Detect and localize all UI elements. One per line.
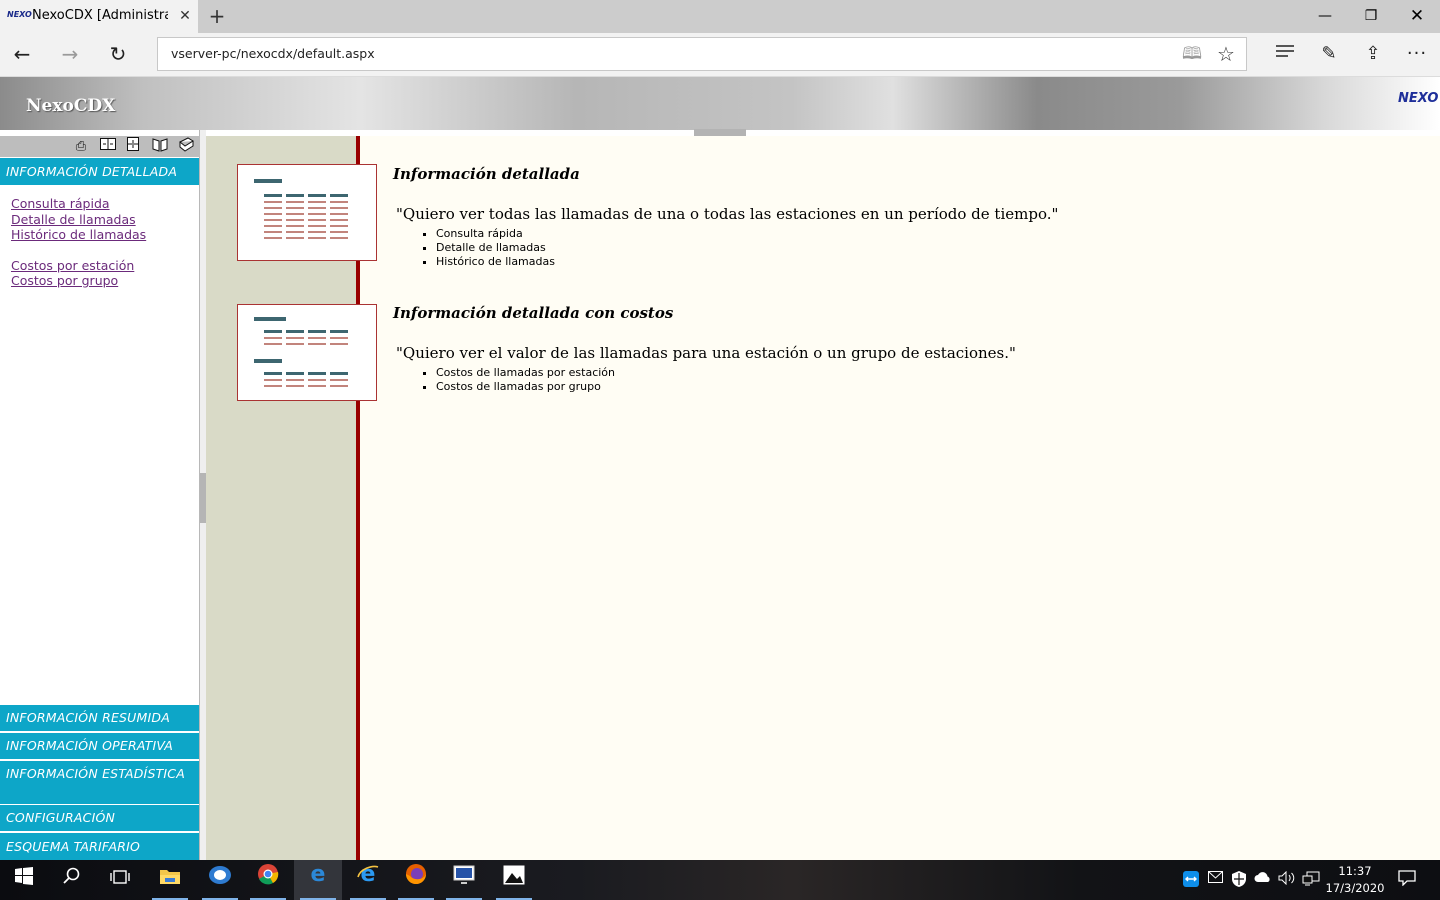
menu-section-esquema-tarifario[interactable]: ESQUEMA TARIFARIO [0,833,199,860]
browser-tab-strip: NEXO NexoCDX [Administrador] ✕ + — ❐ ✕ [0,0,1440,33]
refresh-icon[interactable]: ↻ [102,39,134,69]
photos-icon[interactable] [490,860,538,900]
section-title-costos: Información detallada con costos [393,304,674,322]
file-explorer-icon[interactable] [146,860,194,900]
header-tab-handle [694,129,746,136]
content-frame [206,136,1440,860]
list-item: Histórico de llamadas [436,255,555,269]
section-quote-detallada: "Quiero ver todas las llamadas de una o … [396,205,1059,223]
collapse-icon[interactable] [122,137,144,156]
list-item: Costos de llamadas por grupo [436,380,615,394]
edge-icon[interactable]: e [294,860,342,900]
defender-icon[interactable] [1229,871,1249,889]
new-tab-button[interactable]: + [205,3,229,29]
app-title: NexoCDX [26,96,116,116]
forward-arrow-icon[interactable]: → [54,39,86,69]
link-costos-estacion[interactable]: Costos por estación [11,258,146,274]
menu-links: Consulta rápida Detalle de llamadas Hist… [11,196,146,289]
section-title-detallada: Información detallada [393,165,580,183]
clock-time: 11:37 [1338,864,1372,878]
menu-section-informacion-detallada[interactable]: INFORMACIÓN DETALLADA [0,158,199,185]
web-note-icon[interactable]: ✎ [1312,39,1346,69]
firefox-icon[interactable] [392,860,440,900]
sidebar-menu: ⎙ INFORMACIÓN DETALLADA Consulta rápida … [0,130,200,860]
report-thumbnail-detallada[interactable] [237,164,377,261]
book-icon[interactable] [149,137,171,156]
minimize-button[interactable]: — [1302,0,1348,33]
section-quote-costos: "Quiero ver el valor de las llamadas par… [396,344,1016,362]
mail-icon[interactable] [1205,871,1225,889]
link-spacer [11,243,146,258]
windows-taskbar: e e 11:37 17/3/2020 [0,860,1440,900]
url-text[interactable]: vserver-pc/nexocdx/default.aspx [171,46,375,61]
remote-desktop-icon[interactable] [440,860,488,900]
link-historico-llamadas[interactable]: Histórico de llamadas [11,227,146,243]
report-thumbnail-costos[interactable] [237,304,377,401]
menu-section-configuracion[interactable]: CONFIGURACIÓN [0,805,199,831]
expand-icon[interactable] [97,137,119,156]
start-icon[interactable] [0,860,48,900]
list-item: Detalle de llamadas [436,241,555,255]
menu-section-informacion-estadistica[interactable]: INFORMACIÓN ESTADÍSTICA [0,761,199,804]
help-icon[interactable] [175,137,197,156]
outlook-icon[interactable] [196,860,244,900]
app-header: NexoCDX NEXO [0,77,1440,130]
chrome-icon[interactable] [244,860,292,900]
favorite-star-icon[interactable]: ☆ [1212,41,1240,67]
internet-explorer-icon[interactable]: e [344,860,392,900]
clock-date: 17/3/2020 [1325,881,1385,895]
section-list-detallada: Consulta rápida Detalle de llamadas Hist… [436,227,555,269]
nexo-logo: NEXO [1398,91,1439,106]
restore-button[interactable]: ❐ [1348,0,1394,33]
section-list-costos: Costos de llamadas por estación Costos d… [436,366,615,394]
close-window-button[interactable]: ✕ [1394,0,1440,33]
menu-section-informacion-resumida[interactable]: INFORMACIÓN RESUMIDA [0,705,199,731]
onedrive-icon[interactable] [1253,871,1273,889]
menu-section-informacion-operativa[interactable]: INFORMACIÓN OPERATIVA [0,733,199,759]
task-view-icon[interactable] [96,860,144,900]
browser-tab[interactable]: NEXO NexoCDX [Administrador] ✕ [0,0,198,33]
link-detalle-llamadas[interactable]: Detalle de llamadas [11,212,146,228]
browser-navbar: ← → ↻ vserver-pc/nexocdx/default.aspx 🕮 … [0,33,1440,77]
search-icon[interactable] [48,860,96,900]
address-bar[interactable]: vserver-pc/nexocdx/default.aspx 🕮 ☆ [157,37,1247,71]
close-tab-icon[interactable]: ✕ [176,6,194,26]
svg-text:e: e [311,863,326,885]
network-icon[interactable] [1301,871,1321,889]
list-item: Consulta rápida [436,227,555,241]
reading-view-icon[interactable]: 🕮 [1178,41,1206,67]
nexo-favicon-icon: NEXO [7,10,32,19]
more-icon[interactable]: ··· [1400,39,1434,69]
link-consulta-rapida[interactable]: Consulta rápida [11,196,146,212]
list-item: Costos de llamadas por estación [436,366,615,380]
hub-icon[interactable] [1268,39,1302,69]
teamviewer-icon[interactable] [1181,871,1201,889]
back-arrow-icon[interactable]: ← [6,39,38,69]
share-icon[interactable]: ⇪ [1356,39,1390,69]
sidebar-toolbar: ⎙ [0,136,200,157]
volume-icon[interactable] [1277,870,1297,889]
print-icon[interactable]: ⎙ [70,137,92,156]
tab-title: NexoCDX [Administrador] [32,8,168,23]
link-costos-grupo[interactable]: Costos por grupo [11,273,146,289]
action-center-icon[interactable] [1394,870,1420,890]
taskbar-clock[interactable]: 11:37 17/3/2020 [1324,863,1386,897]
